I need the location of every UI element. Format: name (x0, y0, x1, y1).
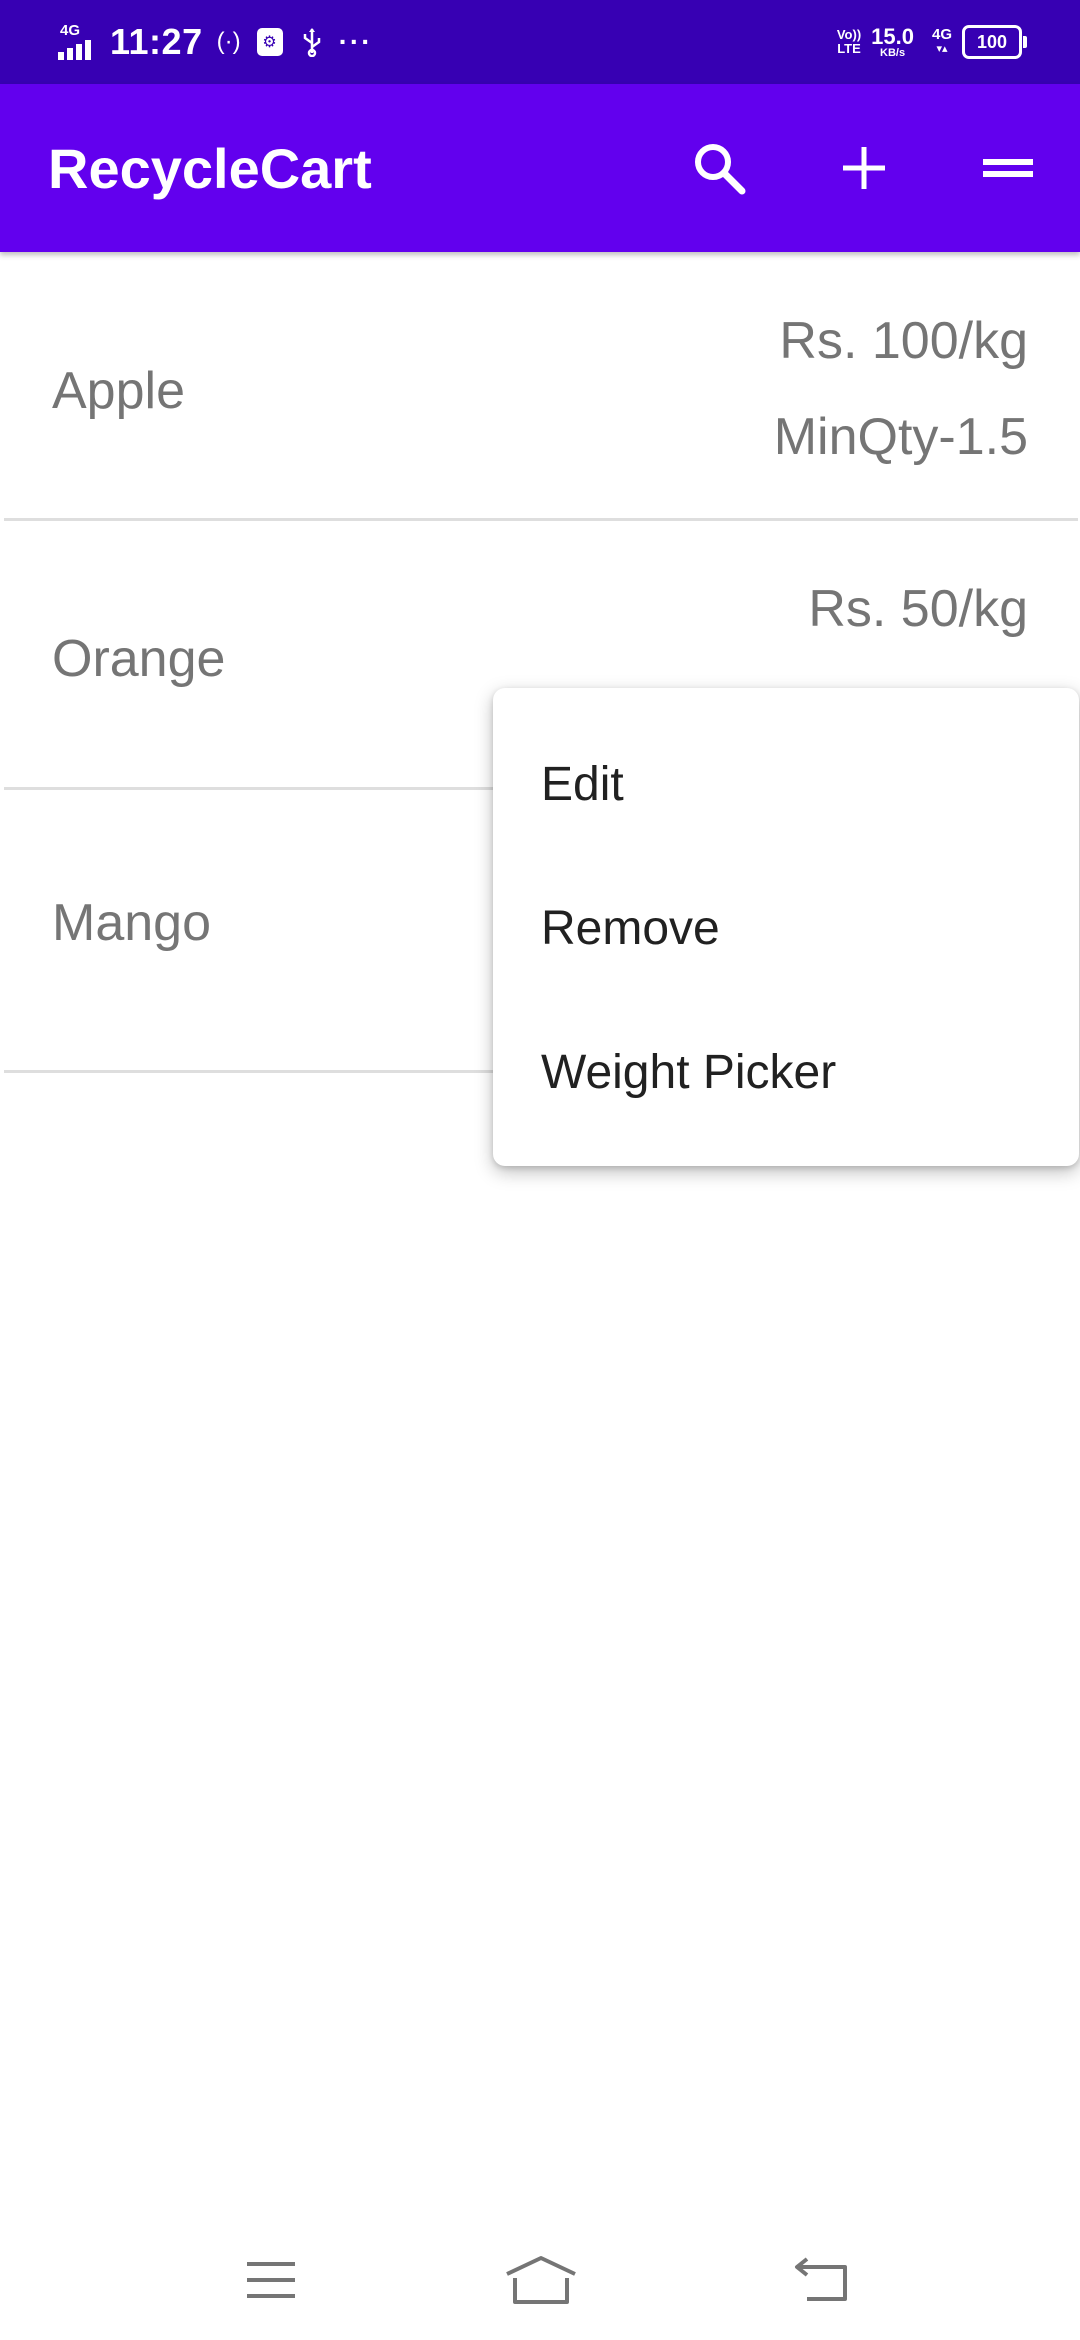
battery-level: 100 (976, 31, 1008, 52)
network-speed: 15.0 KB/s (871, 23, 914, 59)
context-menu: Edit Remove Weight Picker (493, 688, 1079, 1166)
hotspot-icon: (·) (216, 28, 241, 55)
home-icon (506, 2256, 576, 2304)
add-icon (843, 147, 885, 189)
back-icon (795, 2257, 847, 2301)
search-icon (695, 144, 746, 195)
add-button[interactable] (804, 108, 924, 228)
item-price: Rs. 50/kg (808, 580, 1028, 638)
overflow-menu-button[interactable] (948, 108, 1068, 228)
recent-apps-button[interactable] (211, 2230, 331, 2330)
menu-item-remove[interactable]: Remove (493, 856, 1079, 1000)
item-min-qty: MinQty-1.5 (773, 408, 1028, 466)
signal-strength-icon: 4G (58, 22, 102, 62)
app-bar: RecycleCart (0, 84, 1080, 252)
item-name: Apple (52, 362, 185, 420)
status-left: 4G 11:27 (·) ⚙ ··· (58, 0, 373, 84)
more-notifications-icon: ··· (338, 26, 373, 57)
system-nav-bar (0, 2220, 1080, 2340)
back-button[interactable] (763, 2230, 883, 2330)
app-screen: 4G 11:27 (·) ⚙ ··· Vo)) LTE 15.0 KB/s 4G… (0, 0, 1080, 2340)
usb-debug-icon: ⚙ (256, 28, 283, 56)
item-name: Mango (52, 894, 211, 952)
home-button[interactable] (481, 2230, 601, 2330)
item-name: Orange (52, 630, 226, 688)
network-type-label: 4G (60, 22, 81, 39)
item-price: Rs. 100/kg (779, 312, 1028, 370)
clock: 11:27 (110, 21, 203, 62)
volte-icon: Vo)) LTE (836, 27, 862, 56)
status-right: Vo)) LTE 15.0 KB/s 4G ▾▴ 100 (836, 0, 1027, 84)
mobile-data-icon: 4G ▾▴ (931, 26, 952, 55)
status-bar: 4G 11:27 (·) ⚙ ··· Vo)) LTE 15.0 KB/s 4G… (0, 0, 1080, 84)
recent-apps-icon (247, 2262, 295, 2298)
app-title: RecycleCart (48, 136, 372, 200)
menu-item-weight-picker[interactable]: Weight Picker (493, 1000, 1079, 1144)
list-item[interactable]: Apple Rs. 100/kg MinQty-1.5 (0, 252, 1080, 520)
search-button[interactable] (659, 108, 779, 228)
menu-item-edit[interactable]: Edit (493, 712, 1079, 856)
menu-icon (983, 159, 1033, 177)
usb-icon (301, 27, 323, 57)
battery-icon: 100 (962, 25, 1027, 59)
